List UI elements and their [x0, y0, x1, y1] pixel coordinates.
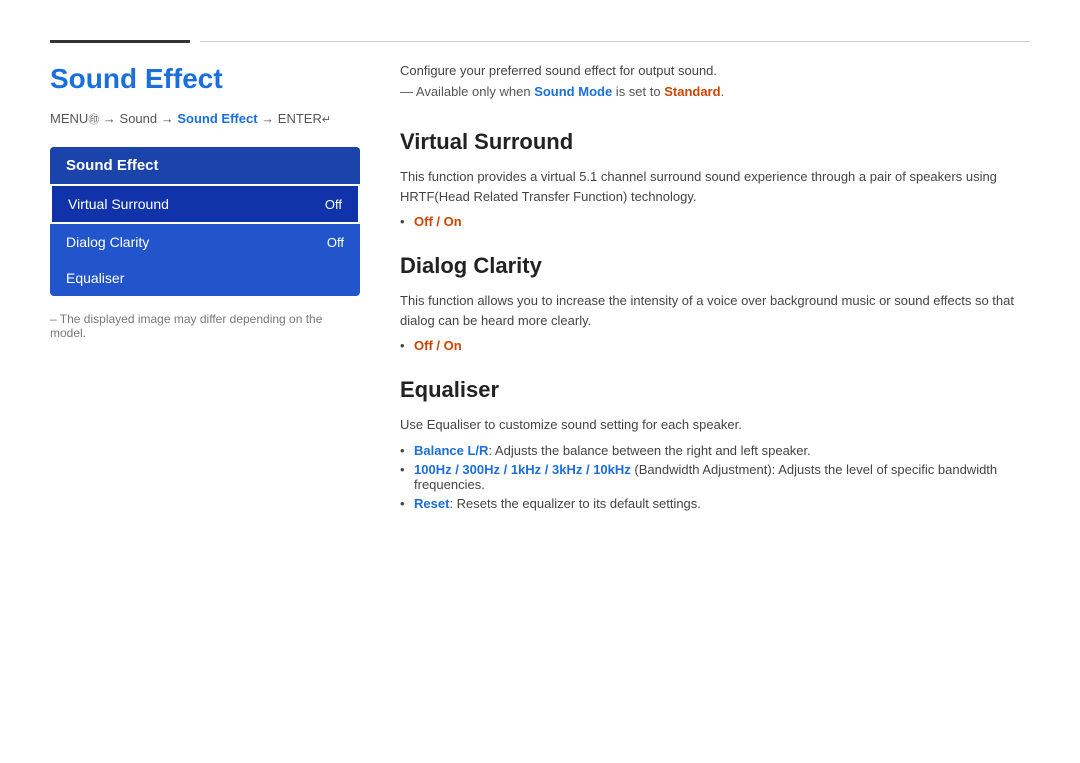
bullet-list-equaliser: Balance L/R: Adjusts the balance between… [400, 443, 1030, 511]
right-panel: Configure your preferred sound effect fo… [400, 63, 1030, 511]
equaliser-desc-bold: Equaliser [427, 417, 481, 432]
balance-suffix: : Adjusts the balance between the right … [488, 443, 810, 458]
section-title-dialog-clarity: Dialog Clarity [400, 253, 1030, 279]
menu-item-dialog-clarity[interactable]: Dialog Clarity Off [50, 224, 360, 260]
bullet-bandwidth: 100Hz / 300Hz / 1kHz / 3kHz / 10kHz (Ban… [400, 462, 1030, 492]
section-desc-virtual-surround: This function provides a virtual 5.1 cha… [400, 167, 1030, 206]
vs-off-on-highlight: Off / On [414, 214, 462, 229]
equaliser-desc-suffix: to customize sound setting for each spea… [481, 417, 742, 432]
reset-highlight: Reset [414, 496, 449, 511]
section-desc-dialog-clarity: This function allows you to increase the… [400, 291, 1030, 330]
breadcrumb-arrow1: → [103, 111, 120, 126]
menu-box-title: Sound Effect [50, 147, 360, 184]
page-title: Sound Effect [50, 63, 360, 95]
top-bar-line-right [200, 41, 1030, 42]
section-title-equaliser: Equaliser [400, 377, 1030, 403]
section-dialog-clarity: Dialog Clarity This function allows you … [400, 253, 1030, 353]
menu-item-value-dialog-clarity: Off [327, 235, 344, 250]
breadcrumb-sound-effect: Sound Effect [177, 111, 257, 126]
left-panel: Sound Effect MENU㊞ → Sound → Sound Effec… [50, 63, 360, 340]
bullet-balance: Balance L/R: Adjusts the balance between… [400, 443, 1030, 458]
section-equaliser: Equaliser Use Equaliser to customize sou… [400, 377, 1030, 511]
breadcrumb: MENU㊞ → Sound → Sound Effect → ENTER↵ [50, 111, 360, 127]
menu-item-equaliser[interactable]: Equaliser [50, 260, 360, 296]
available-note: — Available only when Sound Mode is set … [400, 84, 1030, 99]
bullet-reset: Reset: Resets the equalizer to its defau… [400, 496, 1030, 511]
breadcrumb-sound: Sound [120, 111, 158, 126]
section-desc-equaliser: Use Equaliser to customize sound setting… [400, 415, 1030, 435]
breadcrumb-arrow2: → [161, 111, 178, 126]
available-mid: is set to [612, 84, 664, 99]
menu-item-label-virtual-surround: Virtual Surround [68, 196, 169, 212]
menu-item-label-dialog-clarity: Dialog Clarity [66, 234, 149, 250]
available-suffix: . [721, 84, 725, 99]
bullet-list-virtual-surround: Off / On [400, 214, 1030, 229]
bullet-virtual-surround-off-on: Off / On [400, 214, 1030, 229]
note-text: – The displayed image may differ dependi… [50, 312, 360, 340]
menu-item-label-equaliser: Equaliser [66, 270, 124, 286]
breadcrumb-arrow3: → [261, 111, 278, 126]
available-bold2: Standard [664, 84, 720, 99]
menu-item-value-virtual-surround: Off [325, 197, 342, 212]
dc-off-on-highlight: Off / On [414, 338, 462, 353]
menu-box: Sound Effect Virtual Surround Off Dialog… [50, 147, 360, 296]
equaliser-desc-prefix: Use [400, 417, 427, 432]
section-virtual-surround: Virtual Surround This function provides … [400, 129, 1030, 229]
bandwidth-highlight: 100Hz / 300Hz / 1kHz / 3kHz / 10kHz [414, 462, 631, 477]
section-title-virtual-surround: Virtual Surround [400, 129, 1030, 155]
bullet-dialog-clarity-off-on: Off / On [400, 338, 1030, 353]
intro-text: Configure your preferred sound effect fo… [400, 63, 1030, 78]
balance-highlight: Balance L/R [414, 443, 488, 458]
menu-item-virtual-surround[interactable]: Virtual Surround Off [50, 184, 360, 224]
reset-suffix: : Resets the equalizer to its default se… [449, 496, 700, 511]
bullet-list-dialog-clarity: Off / On [400, 338, 1030, 353]
top-bar [50, 40, 1030, 43]
available-bold1: Sound Mode [534, 84, 612, 99]
breadcrumb-menu: MENU㊞ [50, 111, 99, 126]
available-prefix: — Available only when [400, 84, 534, 99]
top-bar-line-left [50, 40, 190, 43]
breadcrumb-enter: ENTER↵ [278, 111, 331, 126]
